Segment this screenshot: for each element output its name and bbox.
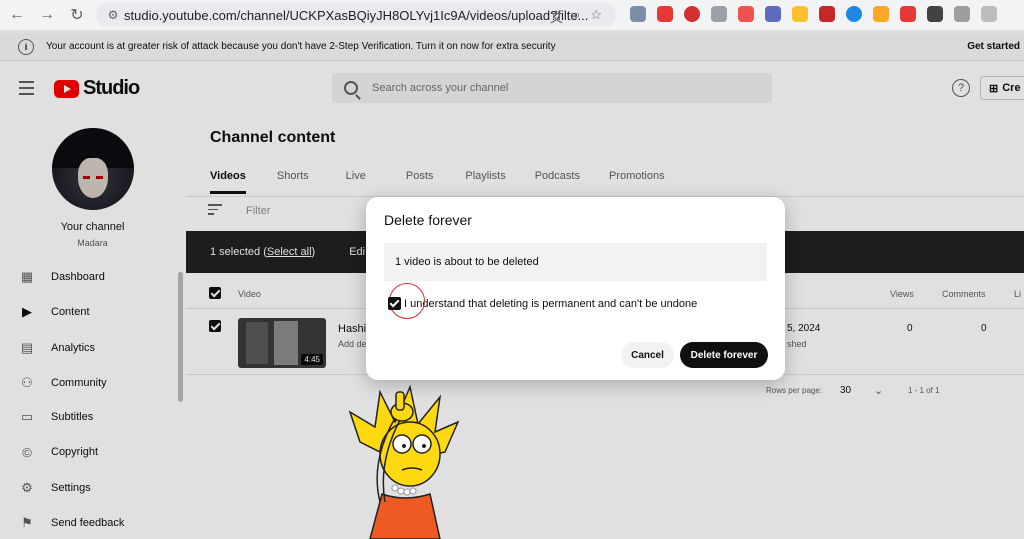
zoom-icon[interactable]: ⌕ <box>573 7 580 26</box>
browser-toolbar: ← → ↻ ⚙ studio.youtube.com/channel/UCKPX… <box>0 0 1024 30</box>
dialog-info-box: 1 video is about to be deleted <box>384 243 767 281</box>
extension-icon[interactable] <box>657 6 673 22</box>
bookmark-star-icon[interactable]: ☆ <box>590 7 602 26</box>
extension-icon[interactable] <box>765 6 781 22</box>
forward-icon[interactable]: → <box>34 2 60 28</box>
downloads-icon[interactable] <box>981 6 997 22</box>
extension-icon[interactable] <box>900 6 916 22</box>
confirm-label: I understand that deleting is permanent … <box>404 297 698 310</box>
delete-forever-dialog: Delete forever 1 video is about to be de… <box>366 197 785 380</box>
address-bar[interactable]: ⚙ studio.youtube.com/channel/UCKPXasBQiy… <box>96 3 616 27</box>
extension-icon[interactable] <box>819 6 835 22</box>
confirm-row[interactable]: I understand that deleting is permanent … <box>384 283 698 319</box>
extension-icon[interactable] <box>927 6 943 22</box>
dialog-title: Delete forever <box>384 212 472 228</box>
extension-icon[interactable] <box>846 6 862 22</box>
extensions-puzzle-icon[interactable] <box>954 6 970 22</box>
extension-icon[interactable] <box>630 6 646 22</box>
extensions-bar <box>630 6 997 22</box>
extension-icon[interactable] <box>711 6 727 22</box>
cancel-button[interactable]: Cancel <box>621 342 674 368</box>
translate-icon[interactable]: 文 <box>550 7 563 26</box>
extension-icon[interactable] <box>684 6 700 22</box>
delete-forever-button[interactable]: Delete forever <box>680 342 768 368</box>
extension-icon[interactable] <box>792 6 808 22</box>
confirm-checkbox[interactable] <box>388 297 401 310</box>
cartoon-sticker <box>348 384 460 539</box>
back-icon[interactable]: ← <box>4 2 30 28</box>
site-settings-icon[interactable]: ⚙ <box>102 8 124 22</box>
extension-icon[interactable] <box>738 6 754 22</box>
extension-icon[interactable] <box>873 6 889 22</box>
reload-icon[interactable]: ↻ <box>64 2 90 28</box>
url-text: studio.youtube.com/channel/UCKPXasBQiyJH… <box>124 7 589 23</box>
